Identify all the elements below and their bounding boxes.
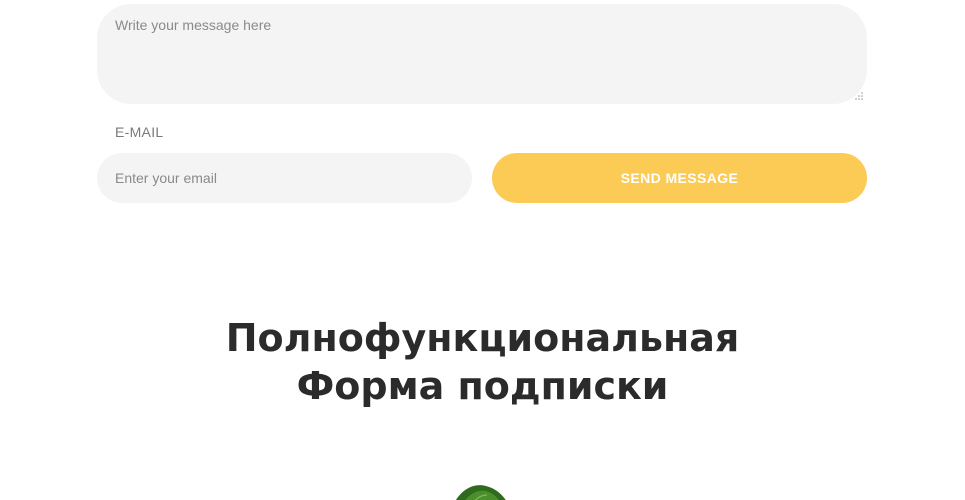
section-title: Полнофункциональная Форма подписки xyxy=(0,314,965,410)
resize-grip-icon[interactable] xyxy=(855,92,863,100)
email-label: E-MAIL xyxy=(115,124,164,140)
section-title-line-2: Форма подписки xyxy=(296,364,669,408)
page: E-MAIL SEND MESSAGE Полнофункциональная … xyxy=(0,0,965,500)
email-field[interactable] xyxy=(97,153,472,203)
send-message-button[interactable]: SEND MESSAGE xyxy=(492,153,867,203)
section-title-line-1: Полнофункциональная xyxy=(225,316,740,360)
green-leaf-icon xyxy=(456,485,506,500)
message-textarea[interactable] xyxy=(97,4,867,104)
